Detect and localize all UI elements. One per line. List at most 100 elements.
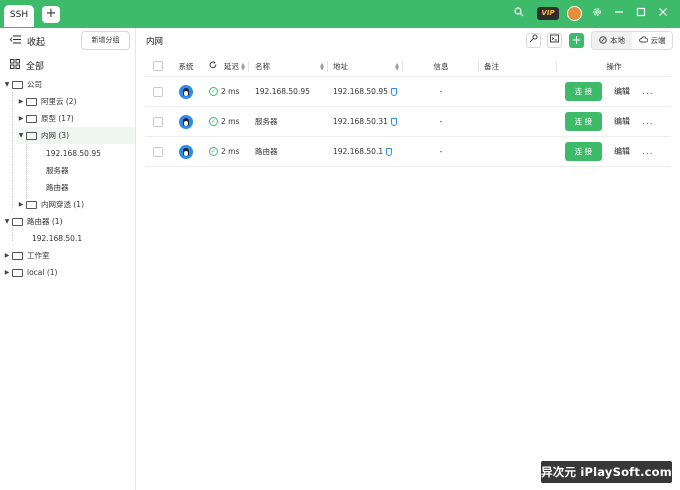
delay-value: 2 ms (221, 147, 240, 156)
host-address: 192.168.50.31 (333, 117, 388, 126)
tab-ssh[interactable]: SSH (4, 5, 34, 27)
check-circle-icon: ✓ (209, 117, 218, 126)
header-ops: 操作 (606, 61, 622, 71)
tree-host-item[interactable]: 路由器 (46, 179, 69, 196)
tree-label: 192.168.50.95 (46, 149, 101, 158)
edit-button[interactable]: 编辑 (614, 146, 630, 157)
collapse-button[interactable]: 收起 (9, 34, 46, 48)
maximize-icon[interactable] (634, 7, 648, 21)
all-hosts-item[interactable]: 全部 (10, 58, 44, 72)
header-name[interactable]: 名称 ▲ ▼ (249, 56, 328, 76)
tree-group-router[interactable]: ▼ 路由器 (1) (2, 213, 63, 230)
header-delay-label: 延迟 (224, 61, 239, 71)
tree-host-item[interactable]: 192.168.50.1 (32, 230, 82, 247)
connect-button[interactable]: 连 接 (565, 82, 602, 101)
row-checkbox[interactable] (153, 116, 163, 127)
more-button[interactable]: ... (642, 117, 654, 127)
caret-right-icon[interactable]: ▶ (2, 252, 12, 259)
caret-down-icon[interactable]: ▼ (2, 218, 12, 225)
more-button[interactable]: ... (642, 87, 654, 97)
tree-label: 192.168.50.1 (32, 234, 83, 243)
host-address: 192.168.50.1 (333, 147, 384, 156)
collapse-icon (9, 35, 21, 47)
linux-icon (179, 84, 193, 99)
sort-icon[interactable]: ▲ ▼ (241, 63, 245, 72)
tree-group-tunnel[interactable]: ▶ 内网穿透 (1) (16, 196, 84, 213)
host-name: 192.168.50.95 (255, 87, 310, 96)
main-panel: 内网 + 本地 云端 系统 延迟 ▲ ▼ 名称 ▲ ▼ 地址 ▲ ▼ 信息 备注… (137, 28, 680, 490)
tree-label: 内网穿透 (1) (41, 200, 85, 209)
edit-button[interactable]: 编辑 (614, 116, 630, 127)
tree-host-item[interactable]: 192.168.50.95 (46, 145, 101, 162)
folder-icon (26, 114, 37, 123)
refresh-icon[interactable] (209, 61, 217, 71)
caret-down-icon[interactable]: ▼ (2, 81, 12, 88)
all-label: 全部 (26, 61, 45, 72)
close-icon[interactable] (656, 7, 670, 21)
sort-icon[interactable]: ▲ ▼ (320, 63, 324, 72)
row-checkbox[interactable] (153, 86, 163, 97)
table-row[interactable]: ✓ 2 ms 192.168.50.95 192.168.50.95 - 连 接 编辑... (145, 77, 671, 107)
tree-group-local[interactable]: ▶ local (1) (2, 264, 58, 281)
edit-button[interactable]: 编辑 (614, 86, 630, 97)
storage-toggle: 本地 云端 (591, 31, 673, 50)
tree-label: 路由器 (46, 183, 69, 192)
tree-label: 阿里云 (2) (41, 97, 77, 106)
new-group-button[interactable]: 新增分组 (81, 31, 130, 50)
folder-icon (12, 80, 23, 89)
tree-label: local (1) (27, 268, 58, 277)
caret-down-icon[interactable]: ▼ (16, 132, 26, 139)
host-table: 系统 延迟 ▲ ▼ 名称 ▲ ▼ 地址 ▲ ▼ 信息 备注 操作 ✓ 2 ms … (145, 56, 671, 167)
caret-right-icon[interactable]: ▶ (16, 115, 26, 122)
folder-icon (26, 97, 37, 106)
caret-right-icon[interactable]: ▶ (2, 269, 12, 276)
header-address-label: 地址 (333, 61, 348, 71)
tree-group-company[interactable]: ▼ 公司 (2, 76, 42, 93)
shield-icon (390, 87, 397, 96)
tree-group-aliyun[interactable]: ▶ 阿里云 (2) (16, 93, 77, 110)
watermark: 异次元 iPlaySoft.com (541, 461, 672, 483)
table-header: 系统 延迟 ▲ ▼ 名称 ▲ ▼ 地址 ▲ ▼ 信息 备注 操作 (145, 56, 671, 77)
host-name: 路由器 (255, 147, 278, 156)
host-info: - (439, 117, 443, 126)
connect-button[interactable]: 连 接 (565, 142, 602, 161)
header-info: 信息 (403, 56, 479, 76)
vip-badge[interactable]: VIP (537, 7, 559, 20)
header-delay[interactable]: 延迟 ▲ ▼ (201, 56, 249, 76)
tree-label: 原型 (17) (41, 114, 74, 123)
tree-group-intranet[interactable]: ▼ 内网 (3) (16, 127, 135, 144)
check-circle-icon: ✓ (209, 87, 218, 96)
delay-value: 2 ms (221, 117, 240, 126)
sort-icon[interactable]: ▲ ▼ (395, 63, 399, 72)
add-tab-button[interactable]: + (42, 6, 60, 23)
minimize-icon[interactable] (612, 7, 626, 21)
tree-host-item[interactable]: 服务器 (46, 162, 69, 179)
header-os: 系统 (178, 61, 194, 71)
gear-icon[interactable] (590, 7, 604, 21)
table-row[interactable]: ✓ 2 ms 路由器 192.168.50.1 - 连 接 编辑... (145, 137, 671, 167)
add-host-button[interactable]: + (569, 33, 584, 48)
search-icon[interactable] (512, 7, 526, 21)
connect-button[interactable]: 连 接 (565, 112, 602, 131)
table-row[interactable]: ✓ 2 ms 服务器 192.168.50.31 - 连 接 编辑... (145, 107, 671, 137)
host-info: - (439, 87, 443, 96)
caret-right-icon[interactable]: ▶ (16, 201, 26, 208)
select-all-checkbox[interactable] (153, 61, 163, 71)
linux-icon (179, 114, 193, 129)
header-name-label: 名称 (255, 61, 270, 71)
shield-icon (386, 147, 393, 156)
local-tab[interactable]: 本地 (592, 32, 632, 49)
tree-group-studio[interactable]: ▶ 工作室 (2, 247, 50, 264)
host-address: 192.168.50.95 (333, 87, 388, 96)
more-button[interactable]: ... (642, 147, 654, 157)
cloud-tab[interactable]: 云端 (632, 32, 672, 49)
tree-group-prototype[interactable]: ▶ 原型 (17) (16, 110, 74, 127)
key-icon[interactable] (526, 33, 541, 48)
row-checkbox[interactable] (153, 146, 163, 157)
tree-label: 公司 (27, 80, 42, 89)
avatar[interactable] (567, 6, 582, 21)
caret-right-icon[interactable]: ▶ (16, 98, 26, 105)
collapse-label: 收起 (27, 37, 46, 48)
terminal-icon[interactable] (547, 33, 562, 48)
header-address[interactable]: 地址 ▲ ▼ (328, 56, 403, 76)
